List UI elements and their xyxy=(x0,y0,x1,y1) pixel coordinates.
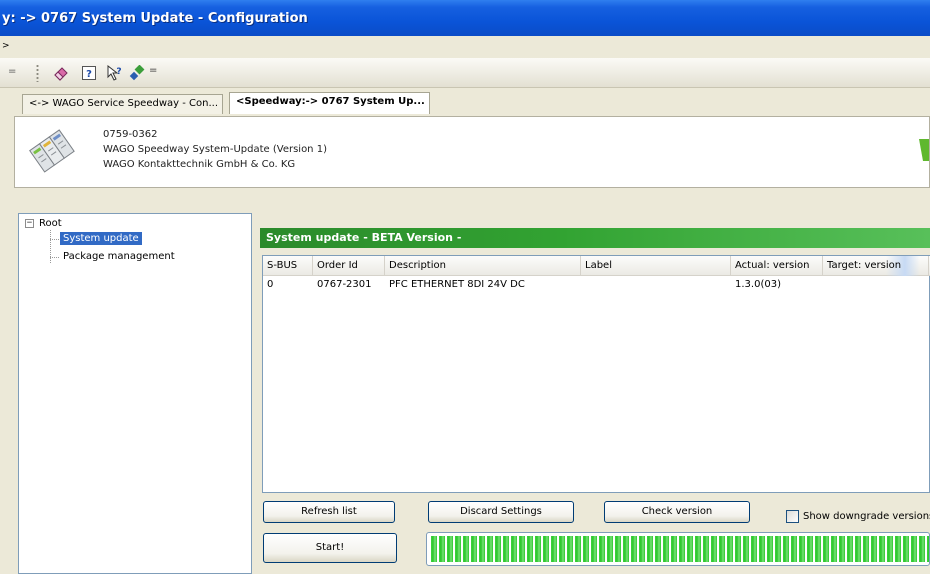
eraser-icon[interactable] xyxy=(50,62,72,84)
navigation-tree: − Root System update Package management xyxy=(18,213,252,574)
show-downgrade-checkbox[interactable] xyxy=(786,510,799,523)
cell-description: PFC ETHERNET 8DI 24V DC xyxy=(389,279,525,290)
toolbar-handle-icon[interactable] xyxy=(36,64,39,82)
cell-sbus: 0 xyxy=(267,279,274,290)
column-header-label[interactable]: Label xyxy=(581,256,731,276)
column-header-sbus[interactable]: S-BUS xyxy=(263,256,313,276)
column-header-description[interactable]: Description xyxy=(385,256,581,276)
collapse-icon[interactable]: − xyxy=(25,219,34,228)
check-version-button[interactable]: Check version xyxy=(604,501,750,523)
toolbar-overflow-icon[interactable]: = xyxy=(149,65,157,76)
menu-bar: > xyxy=(0,36,930,58)
window-title-bar[interactable]: y: -> 0767 System Update - Configuration xyxy=(0,0,930,36)
toolbar: = ? ? = xyxy=(0,58,930,88)
tree-item-system-update[interactable]: System update xyxy=(60,232,142,245)
column-header-target-version[interactable]: Target: version xyxy=(823,256,929,276)
tab-system-update[interactable]: <Speedway:-> 0767 System Up... xyxy=(229,92,430,114)
tree-root-node[interactable]: − Root xyxy=(25,218,62,229)
table-row[interactable]: 0 0767-2301 PFC ETHERNET 8DI 24V DC 1.3.… xyxy=(263,278,930,294)
discard-settings-button[interactable]: Discard Settings xyxy=(428,501,574,523)
plugin-icon[interactable] xyxy=(126,62,148,84)
device-product-name: WAGO Speedway System-Update (Version 1) xyxy=(103,144,327,155)
wago-logo-icon xyxy=(919,139,929,161)
panel-header: System update - BETA Version - xyxy=(260,228,930,248)
tab-wago-service-speedway[interactable]: <-> WAGO Service Speedway - Con... xyxy=(22,94,223,114)
tree-item-package-management[interactable]: Package management xyxy=(60,250,178,263)
tree-connector xyxy=(50,257,59,258)
device-details: 0759-0362 WAGO Speedway System-Update (V… xyxy=(103,127,327,172)
device-info-header: 0759-0362 WAGO Speedway System-Update (V… xyxy=(14,116,930,188)
column-header-order-id[interactable]: Order Id xyxy=(313,256,385,276)
device-manufacturer: WAGO Kontakttechnik GmbH & Co. KG xyxy=(103,159,296,170)
window-title: y: -> 0767 System Update - Configuration xyxy=(2,10,308,26)
cell-actual-version: 1.3.0(03) xyxy=(735,279,781,290)
document-tabstrip: <-> WAGO Service Speedway - Con... <Spee… xyxy=(0,90,930,116)
cell-order-id: 0767-2301 xyxy=(317,279,372,290)
tree-connector xyxy=(50,239,59,240)
context-help-icon[interactable]: ? xyxy=(104,62,126,84)
system-update-panel: System update - BETA Version - S-BUS Ord… xyxy=(254,213,930,574)
start-button[interactable]: Start! xyxy=(263,533,397,563)
refresh-list-button[interactable]: Refresh list xyxy=(263,501,395,523)
svg-text:?: ? xyxy=(86,69,92,80)
tree-connector xyxy=(50,230,51,263)
show-downgrade-label: Show downgrade versions xyxy=(803,511,930,522)
progress-fill xyxy=(431,536,929,562)
update-progress-bar xyxy=(426,532,930,566)
svg-text:?: ? xyxy=(116,67,121,77)
header-separator xyxy=(14,188,930,212)
device-modules-icon xyxy=(27,123,79,175)
tree-root-label: Root xyxy=(39,218,62,229)
show-downgrade-option[interactable]: Show downgrade versions xyxy=(786,510,930,523)
device-list[interactable]: S-BUS Order Id Description Label Actual:… xyxy=(262,255,930,493)
device-order-number: 0759-0362 xyxy=(103,129,158,140)
list-header: S-BUS Order Id Description Label Actual:… xyxy=(263,256,930,276)
help-icon[interactable]: ? xyxy=(78,62,100,84)
toolbar-grip-icon[interactable]: = xyxy=(8,66,16,77)
column-header-actual-version[interactable]: Actual: version xyxy=(731,256,823,276)
menu-item-partial[interactable]: > xyxy=(2,41,10,51)
